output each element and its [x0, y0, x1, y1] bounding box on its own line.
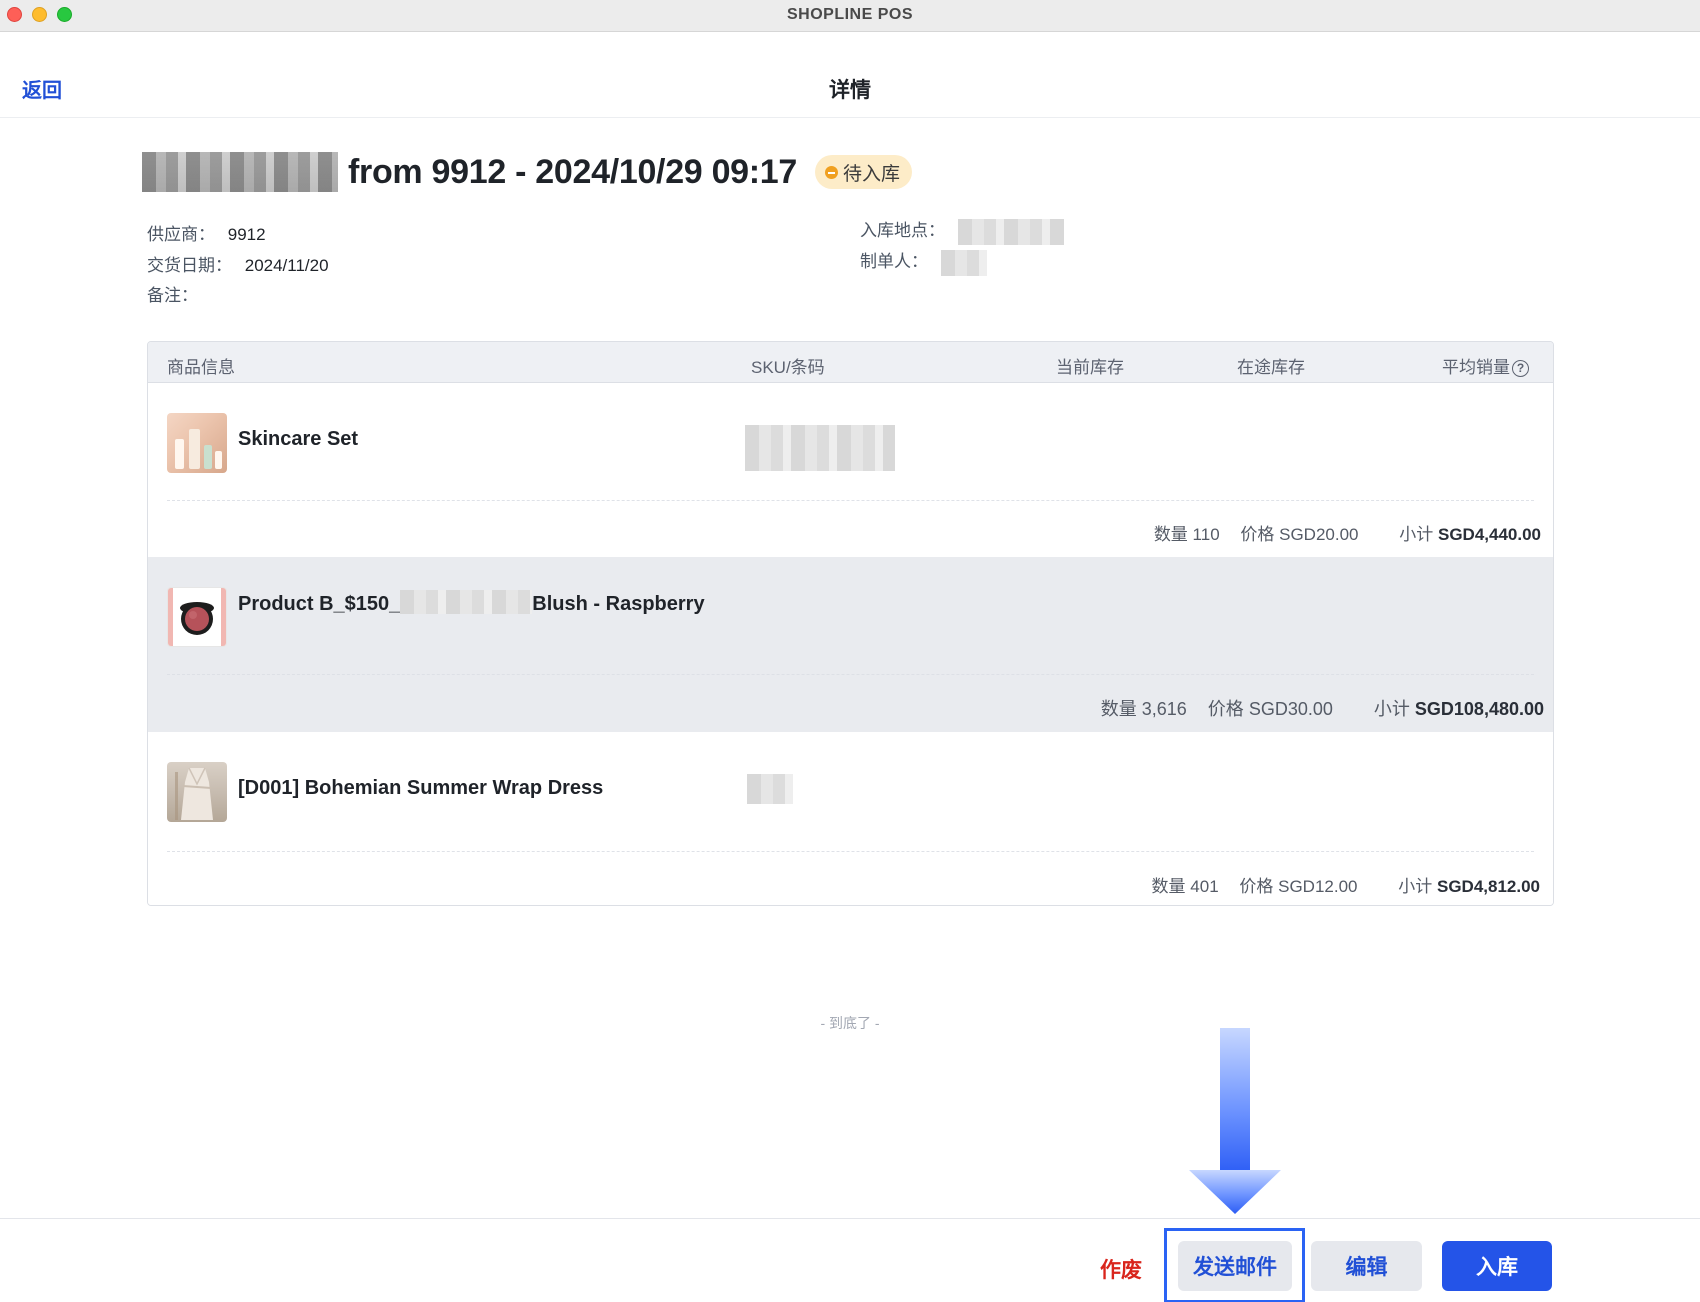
table-row[interactable]: Skincare Set 数量 110 价格 SGD20.00 小计 SGD4,…	[148, 383, 1553, 557]
column-header-avg-sales: 平均销量?	[1442, 353, 1529, 378]
product-name-suffix: Blush - Raspberry	[532, 593, 705, 615]
qty-label: 数量	[1153, 525, 1188, 544]
row-divider	[167, 500, 1534, 501]
window-title: SHOPLINE POS	[786, 6, 914, 23]
qty-label: 数量	[1151, 877, 1186, 896]
location-label: 入库地点：	[860, 221, 945, 240]
subtotal-label: 小计	[1373, 699, 1410, 719]
status-pending-icon	[825, 165, 839, 179]
delivery-date-label: 交货日期：	[147, 256, 232, 275]
redacted-sku	[745, 425, 895, 471]
product-name-prefix: Product B_$150_	[238, 593, 401, 615]
supplier-info: 供应商： 9912	[147, 220, 266, 245]
column-header-product: 商品信息	[167, 358, 235, 377]
row-summary: 数量 3,616 价格 SGD30.00 小计 SGD108,480.00	[1101, 695, 1544, 721]
column-header-in-transit: 在途库存	[1237, 358, 1305, 377]
redacted-order-number	[142, 152, 338, 192]
subtotal-value: SGD4,440.00	[1437, 525, 1541, 544]
end-of-list-text: - 到底了 -	[820, 1015, 880, 1031]
delivery-date-value: 2024/11/20	[244, 256, 329, 275]
supplier-value: 9912	[227, 225, 266, 244]
remark-info: 备注：	[147, 281, 198, 306]
qty-label: 数量	[1100, 699, 1137, 719]
qty-value: 3,616	[1141, 699, 1187, 719]
product-table: 商品信息 SKU/条码 当前库存 在途库存 平均销量? Skincare Set…	[147, 341, 1554, 906]
table-row[interactable]: Product B_$150_ Blush - Raspberry 数量 3,61…	[148, 557, 1553, 732]
window-titlebar: SHOPLINE POS	[0, 0, 1700, 32]
action-footer: 作废 发送邮件 编辑 入库	[0, 1218, 1700, 1302]
arrow-down-icon	[1189, 1028, 1281, 1214]
price-value: SGD30.00	[1248, 699, 1333, 719]
void-button[interactable]: 作废	[1100, 1254, 1142, 1284]
product-image-dress	[167, 762, 227, 822]
subtotal-label: 小计	[1399, 525, 1434, 544]
delivery-date-info: 交货日期： 2024/11/20	[147, 251, 329, 276]
row-divider	[167, 851, 1534, 852]
avg-sales-label: 平均销量	[1442, 358, 1510, 377]
price-label: 价格	[1207, 699, 1244, 719]
redacted-creator	[940, 249, 987, 276]
column-header-current-stock: 当前库存	[1056, 358, 1124, 377]
row-divider	[167, 674, 1534, 675]
page-header: 返回 详情	[0, 32, 1700, 118]
price-value: SGD20.00	[1279, 525, 1359, 544]
order-heading: from 9912 - 2024/10/29 09:17 待入库	[142, 150, 913, 194]
status-label: 待入库	[843, 163, 901, 185]
product-name: Skincare Set	[238, 428, 359, 450]
creator-info: 制单人：	[860, 247, 987, 276]
price-label: 价格	[1240, 525, 1275, 544]
redacted-sku	[747, 774, 793, 804]
qty-value: 110	[1192, 525, 1220, 544]
edit-button[interactable]: 编辑	[1311, 1241, 1422, 1291]
price-value: SGD12.00	[1278, 877, 1358, 896]
column-header-sku: SKU/条码	[751, 358, 825, 377]
qty-value: 401	[1190, 877, 1219, 896]
supplier-label: 供应商：	[147, 225, 215, 244]
help-icon[interactable]: ?	[1512, 360, 1529, 377]
remark-label: 备注：	[147, 286, 198, 305]
product-image-skincare	[167, 413, 227, 473]
product-name: Product B_$150_ Blush - Raspberry	[238, 590, 718, 617]
blush-compact-icon	[168, 588, 226, 646]
price-label: 价格	[1239, 877, 1274, 896]
location-info: 入库地点：	[860, 216, 1064, 245]
table-header: 商品信息 SKU/条码 当前库存 在途库存 平均销量?	[148, 342, 1553, 383]
redacted-location	[957, 218, 1064, 245]
row-summary: 数量 401 价格 SGD12.00 小计 SGD4,812.00	[1152, 872, 1540, 897]
stock-in-button[interactable]: 入库	[1442, 1241, 1552, 1291]
row-summary: 数量 110 价格 SGD20.00 小计 SGD4,440.00	[1154, 520, 1541, 545]
subtotal-label: 小计	[1398, 877, 1433, 896]
status-badge: 待入库	[815, 155, 913, 189]
page-title: 详情	[829, 79, 871, 102]
redacted-product-name	[400, 590, 533, 614]
send-email-button[interactable]: 发送邮件	[1178, 1241, 1292, 1291]
order-title: from 9912 - 2024/10/29 09:17	[348, 152, 798, 191]
subtotal-value: SGD4,812.00	[1436, 877, 1540, 896]
creator-label: 制单人：	[860, 252, 928, 271]
product-image-blush	[167, 587, 227, 647]
subtotal-value: SGD108,480.00	[1414, 699, 1544, 719]
dress-photo-icon	[175, 767, 213, 820]
product-name: [D001] Bohemian Summer Wrap Dress	[238, 777, 604, 799]
table-row[interactable]: [D001] Bohemian Summer Wrap Dress 数量 401…	[148, 732, 1553, 905]
